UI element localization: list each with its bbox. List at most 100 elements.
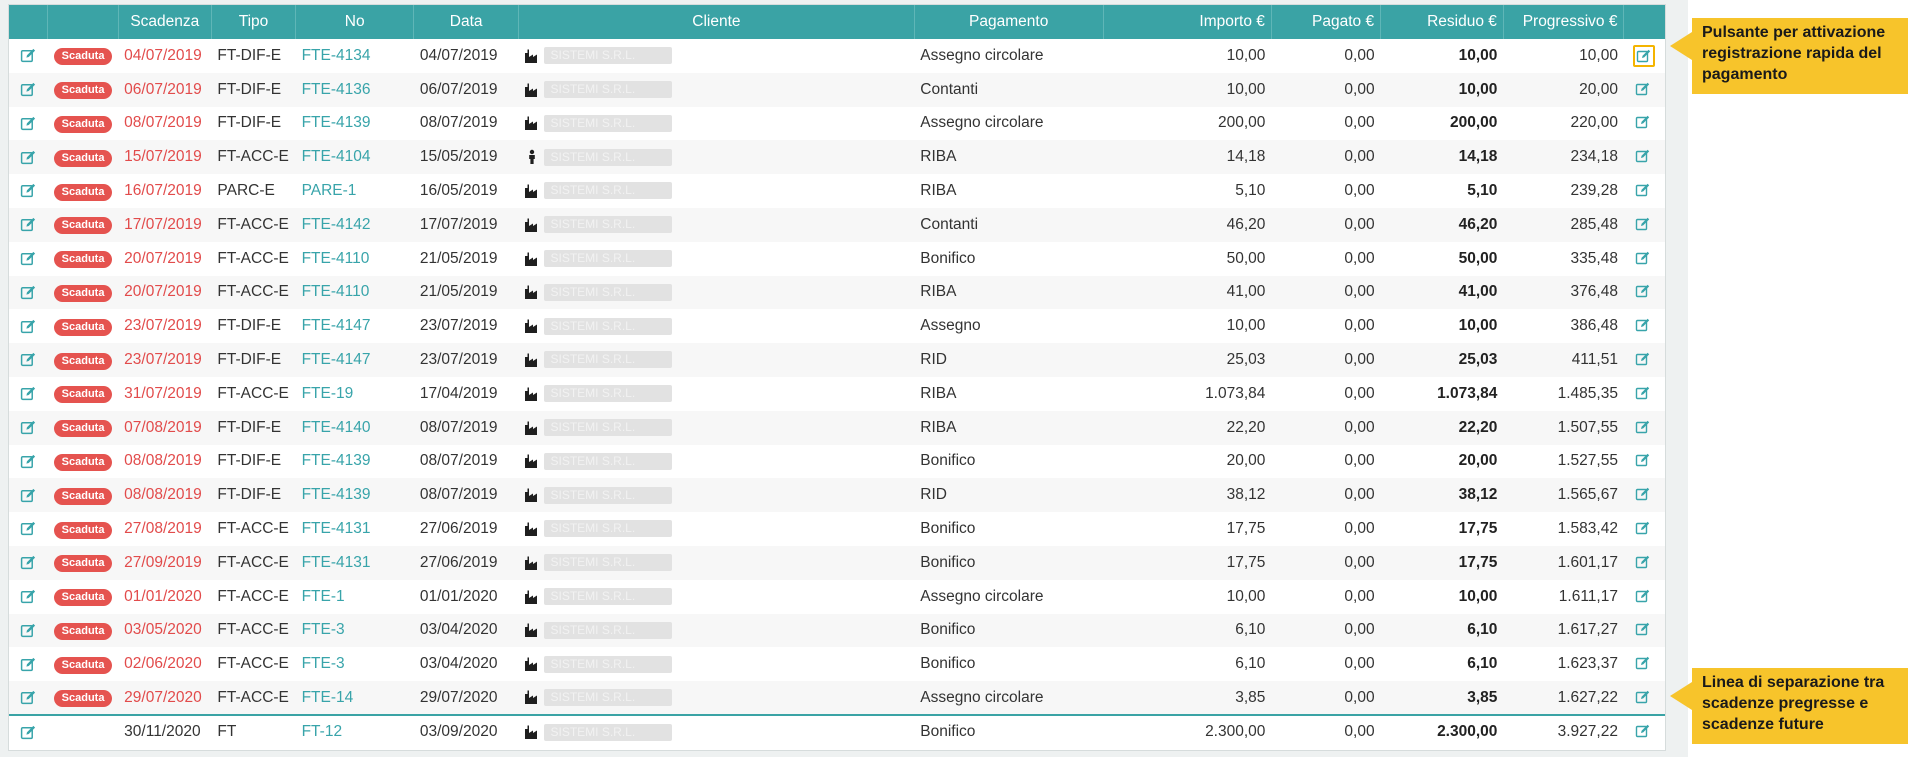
table-row[interactable]: Scaduta 27/09/2019 FT-ACC-E FTE-4131 27/06/2… xyxy=(9,545,1665,580)
document-link[interactable]: FTE-4139 xyxy=(302,114,371,131)
document-link[interactable]: FT-12 xyxy=(302,723,342,740)
document-link[interactable]: FTE-4134 xyxy=(302,47,371,64)
table-row[interactable]: Scaduta 29/07/2020 FT-ACC-E FTE-14 29/07/202… xyxy=(9,681,1665,715)
document-link[interactable]: FTE-4110 xyxy=(302,250,370,267)
table-row[interactable]: Scaduta 23/07/2019 FT-DIF-E FTE-4147 23/07/2… xyxy=(9,309,1665,343)
table-row[interactable]: Scaduta 31/07/2019 FT-ACC-E FTE-19 17/04/201… xyxy=(9,377,1665,411)
overdue-badge: Scaduta xyxy=(53,82,113,100)
document-link[interactable]: FTE-4147 xyxy=(302,317,371,334)
fast-payment-button[interactable] xyxy=(1633,79,1655,101)
factory-icon xyxy=(524,487,540,503)
edit-icon[interactable] xyxy=(20,149,37,166)
edit-icon[interactable] xyxy=(20,351,37,368)
fast-payment-button[interactable] xyxy=(1633,146,1655,168)
table-row[interactable]: Scaduta 06/07/2019 FT-DIF-E FTE-4136 06/07/2… xyxy=(9,72,1665,107)
fast-payment-button[interactable] xyxy=(1633,349,1655,371)
edit-icon[interactable] xyxy=(20,115,37,132)
fast-payment-button[interactable] xyxy=(1633,721,1655,743)
edit-icon[interactable] xyxy=(20,487,37,504)
document-link[interactable]: FTE-4140 xyxy=(302,419,371,436)
table-row[interactable]: Scaduta 08/07/2019 FT-DIF-E FTE-4139 08/07/2… xyxy=(9,107,1665,141)
table-row[interactable]: 30/11/2020 FT FT-12 03/09/2020 SISTEMI S.R.L… xyxy=(9,713,1665,749)
fast-payment-button[interactable] xyxy=(1633,417,1655,439)
fast-payment-button[interactable] xyxy=(1633,44,1656,67)
fast-payment-button[interactable] xyxy=(1633,180,1655,202)
document-link[interactable]: FTE-3 xyxy=(302,621,345,638)
edit-icon[interactable] xyxy=(20,318,37,335)
col-header-tipo[interactable]: Tipo xyxy=(211,5,297,39)
fast-payment-button[interactable] xyxy=(1633,687,1655,709)
factory-icon xyxy=(524,622,540,638)
document-link[interactable]: FTE-4110 xyxy=(302,283,370,300)
document-link[interactable]: FTE-4131 xyxy=(302,554,371,571)
col-header-residuo[interactable]: Residuo € xyxy=(1380,5,1504,39)
table-row[interactable]: Scaduta 17/07/2019 FT-ACC-E FTE-4142 17/07/2… xyxy=(9,207,1665,242)
col-header-data[interactable]: Data xyxy=(413,5,519,39)
table-row[interactable]: Scaduta 02/06/2020 FT-ACC-E FTE-3 03/04/2020… xyxy=(9,647,1665,681)
table-row[interactable]: Scaduta 23/07/2019 FT-DIF-E FTE-4147 23/07/2… xyxy=(9,343,1665,377)
edit-icon[interactable] xyxy=(20,622,37,639)
edit-icon[interactable] xyxy=(20,520,37,537)
table-row[interactable]: Scaduta 08/08/2019 FT-DIF-E FTE-4139 08/07/2… xyxy=(9,478,1665,513)
edit-icon[interactable] xyxy=(20,47,37,64)
edit-icon[interactable] xyxy=(20,81,37,98)
edit-icon[interactable] xyxy=(20,656,37,673)
edit-icon[interactable] xyxy=(20,385,37,402)
document-link[interactable]: FTE-4136 xyxy=(302,81,371,98)
col-header-scadenza[interactable]: Scadenza xyxy=(118,5,212,39)
document-link[interactable]: FTE-3 xyxy=(302,655,345,672)
table-row[interactable]: Scaduta 04/07/2019 FT-DIF-E FTE-4134 04/07/2… xyxy=(9,39,1665,73)
document-link[interactable]: FTE-4104 xyxy=(302,148,371,165)
table-row[interactable]: Scaduta 15/07/2019 FT-ACC-E FTE-4104 15/05/2… xyxy=(9,140,1665,175)
col-header-no[interactable]: No xyxy=(295,5,415,39)
fast-payment-button[interactable] xyxy=(1633,552,1655,574)
col-header-progressivo[interactable]: Progressivo € xyxy=(1503,5,1625,39)
fast-payment-button[interactable] xyxy=(1633,383,1655,405)
fast-payment-button[interactable] xyxy=(1633,112,1655,134)
table-row[interactable]: Scaduta 03/05/2020 FT-ACC-E FTE-3 03/04/2020… xyxy=(9,613,1665,648)
edit-icon[interactable] xyxy=(20,554,37,571)
table-row[interactable]: Scaduta 01/01/2020 FT-ACC-E FTE-1 01/01/2020… xyxy=(9,580,1665,614)
cell-no: FTE-4140 xyxy=(296,411,414,445)
edit-icon[interactable] xyxy=(20,216,37,233)
edit-icon[interactable] xyxy=(20,182,37,199)
fast-payment-button[interactable] xyxy=(1633,653,1655,675)
document-link[interactable]: FTE-4131 xyxy=(302,520,371,537)
col-header-cliente[interactable]: Cliente xyxy=(518,5,915,39)
fast-payment-button[interactable] xyxy=(1633,248,1655,270)
fast-payment-button[interactable] xyxy=(1633,450,1655,472)
table-row[interactable]: Scaduta 08/08/2019 FT-DIF-E FTE-4139 08/07/2… xyxy=(9,445,1665,479)
document-link[interactable]: FTE-4139 xyxy=(302,486,371,503)
factory-icon xyxy=(524,386,540,402)
edit-icon[interactable] xyxy=(20,724,37,741)
document-link[interactable]: FTE-14 xyxy=(302,689,354,706)
fast-payment-button[interactable] xyxy=(1633,619,1655,641)
edit-icon[interactable] xyxy=(20,453,37,470)
table-row[interactable]: Scaduta 07/08/2019 FT-DIF-E FTE-4140 08/07/2… xyxy=(9,410,1665,445)
table-row[interactable]: Scaduta 16/07/2019 PARC-E PARE-1 16/05/2019 S… xyxy=(9,174,1665,208)
document-link[interactable]: FTE-4142 xyxy=(302,216,371,233)
table-row[interactable]: Scaduta 20/07/2019 FT-ACC-E FTE-4110 21/05/2… xyxy=(9,275,1665,310)
fast-payment-button[interactable] xyxy=(1633,315,1655,337)
col-header-importo[interactable]: Importo € xyxy=(1103,5,1272,39)
fast-payment-button[interactable] xyxy=(1633,281,1655,303)
table-row[interactable]: Scaduta 27/08/2019 FT-ACC-E FTE-4131 27/06/2… xyxy=(9,512,1665,546)
document-link[interactable]: FTE-4147 xyxy=(302,351,371,368)
col-header-pagato[interactable]: Pagato € xyxy=(1271,5,1382,39)
fast-payment-button[interactable] xyxy=(1633,586,1655,608)
factory-icon xyxy=(524,724,540,740)
edit-icon[interactable] xyxy=(20,419,37,436)
fast-payment-button[interactable] xyxy=(1633,484,1655,506)
col-header-pagamento[interactable]: Pagamento xyxy=(914,5,1104,39)
document-link[interactable]: FTE-1 xyxy=(302,588,345,605)
edit-icon[interactable] xyxy=(20,689,37,706)
document-link[interactable]: PARE-1 xyxy=(302,182,357,199)
fast-payment-button[interactable] xyxy=(1633,518,1655,540)
fast-payment-button[interactable] xyxy=(1633,214,1655,236)
table-row[interactable]: Scaduta 20/07/2019 FT-ACC-E FTE-4110 21/05/2… xyxy=(9,242,1665,276)
document-link[interactable]: FTE-19 xyxy=(302,385,354,402)
edit-icon[interactable] xyxy=(20,588,37,605)
edit-icon[interactable] xyxy=(20,284,37,301)
document-link[interactable]: FTE-4139 xyxy=(302,452,371,469)
edit-icon[interactable] xyxy=(20,250,37,267)
